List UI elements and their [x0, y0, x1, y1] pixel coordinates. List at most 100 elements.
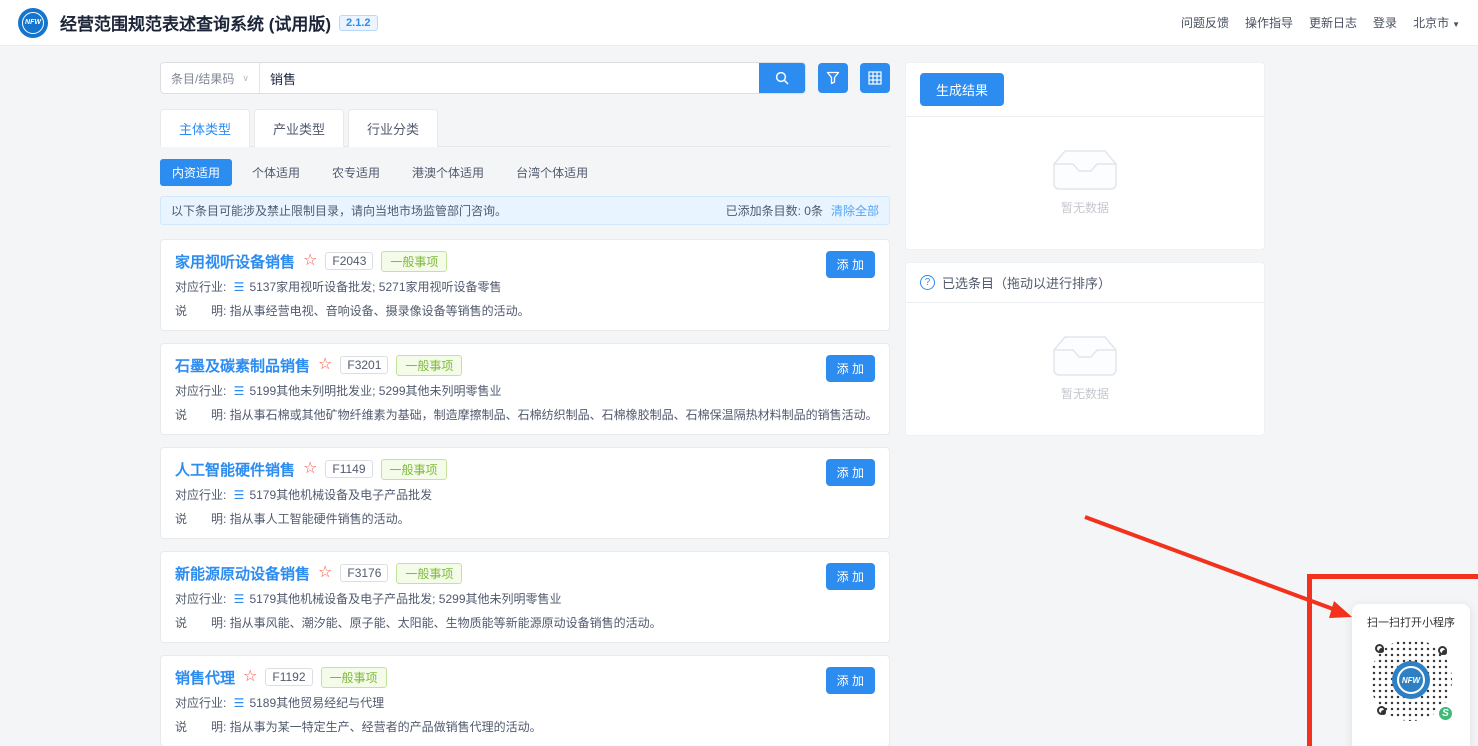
description-text: 指从事人工智能硬件销售的活动。 — [230, 510, 410, 529]
chevron-down-icon: ▼ — [1452, 20, 1460, 29]
search-input-group: 条目/结果码 ∨ — [160, 62, 806, 94]
industry-text: 5199其他未列明批发业; 5299其他未列明零售业 — [249, 382, 501, 401]
funnel-icon — [826, 71, 840, 85]
industry-list-icon[interactable]: ☰ — [234, 590, 245, 609]
nav-feedback-link[interactable]: 问题反馈 — [1181, 14, 1229, 31]
industry-text: 5137家用视听设备批发; 5271家用视听设备零售 — [249, 278, 501, 297]
notice-text: 以下条目可能涉及禁止限制目录，请向当地市场监管部门咨询。 — [171, 202, 507, 219]
add-button[interactable]: 添 加 — [826, 667, 875, 694]
general-item-tag: 一般事项 — [396, 563, 462, 584]
industry-list-icon[interactable]: ☰ — [234, 278, 245, 297]
miniprogram-qr-card: 扫一扫打开小程序 NFW S — [1352, 604, 1470, 746]
result-code-badge: F3176 — [340, 564, 388, 582]
qr-caption: 扫一扫打开小程序 — [1352, 614, 1470, 630]
search-button[interactable] — [759, 63, 805, 93]
industry-list-icon[interactable]: ☰ — [234, 694, 245, 713]
generate-result-card: 生成结果 暂无数据 — [905, 62, 1265, 250]
filter-hk-mo-individual[interactable]: 港澳个体适用 — [400, 159, 496, 186]
app-root: NFW 经营范围规范表述查询系统 (试用版) 2.1.2 问题反馈 操作指导 更… — [0, 0, 1478, 746]
empty-box-icon — [1053, 150, 1117, 191]
wechat-icon: S — [1437, 705, 1454, 722]
result-title-link[interactable]: 人工智能硬件销售 — [175, 459, 295, 480]
result-title-link[interactable]: 家用视听设备销售 — [175, 251, 295, 272]
result-item: 石墨及碳素制品销售 ☆ F3201 一般事项 添 加 对应行业: ☰ 5199其… — [160, 343, 890, 435]
added-count-label: 已添加条目数: 0条 — [726, 202, 823, 219]
filter-tw-individual[interactable]: 台湾个体适用 — [504, 159, 600, 186]
result-item: 人工智能硬件销售 ☆ F1149 一般事项 添 加 对应行业: ☰ 5179其他… — [160, 447, 890, 539]
result-title-link[interactable]: 新能源原动设备销售 — [175, 563, 310, 584]
tab-industry-classification[interactable]: 行业分类 — [348, 109, 438, 147]
applicability-filters: 内资适用 个体适用 农专适用 港澳个体适用 台湾个体适用 — [160, 159, 890, 186]
industry-text: 5179其他机械设备及电子产品批发; 5299其他未列明零售业 — [249, 590, 561, 609]
result-item: 新能源原动设备销售 ☆ F3176 一般事项 添 加 对应行业: ☰ 5179其… — [160, 551, 890, 643]
qr-code: NFW S — [1370, 639, 1452, 721]
add-button[interactable]: 添 加 — [826, 355, 875, 382]
description-label: 说 明: — [175, 718, 230, 737]
search-bar: 条目/结果码 ∨ — [160, 62, 890, 94]
empty-state-text: 暂无数据 — [1061, 199, 1109, 216]
add-button[interactable]: 添 加 — [826, 251, 875, 278]
nav-guide-link[interactable]: 操作指导 — [1245, 14, 1293, 31]
add-button[interactable]: 添 加 — [826, 459, 875, 486]
result-title-link[interactable]: 石墨及碳素制品销售 — [175, 355, 310, 376]
favorite-star-icon[interactable]: ☆ — [243, 669, 257, 685]
description-text: 指从事风能、潮汐能、原子能、太阳能、生物质能等新能源原动设备销售的活动。 — [230, 614, 662, 633]
description-label: 说 明: — [175, 302, 230, 321]
description-text: 指从事石棉或其他矿物纤维素为基础，制造摩擦制品、石棉纺织制品、石棉橡胶制品、石棉… — [230, 406, 875, 425]
qr-eye-icon — [1438, 646, 1447, 655]
filter-individual[interactable]: 个体适用 — [240, 159, 312, 186]
qr-center-logo: NFW — [1392, 661, 1430, 699]
selected-items-card: ? 已选条目（拖动以进行排序） 暂无数据 — [905, 262, 1265, 436]
result-code-badge: F1192 — [265, 668, 312, 686]
search-category-label: 条目/结果码 — [171, 70, 234, 87]
add-button[interactable]: 添 加 — [826, 563, 875, 590]
clear-all-link[interactable]: 清除全部 — [831, 202, 879, 219]
favorite-star-icon[interactable]: ☆ — [318, 357, 332, 373]
version-badge: 2.1.2 — [339, 15, 377, 31]
main-column: 条目/结果码 ∨ — [160, 62, 890, 746]
app-logo-text: NFW — [22, 12, 44, 34]
result-item: 销售代理 ☆ F1192 一般事项 添 加 对应行业: ☰ 5189其他贸易经纪… — [160, 655, 890, 746]
filter-domestic[interactable]: 内资适用 — [160, 159, 232, 186]
result-list: 家用视听设备销售 ☆ F2043 一般事项 添 加 对应行业: ☰ 5137家用… — [160, 239, 890, 746]
search-input[interactable] — [260, 63, 759, 93]
tab-industry-type[interactable]: 产业类型 — [254, 109, 344, 147]
description-label: 说 明: — [175, 614, 230, 633]
industry-label: 对应行业: — [175, 486, 230, 505]
empty-state-text: 暂无数据 — [1061, 385, 1109, 402]
industry-label: 对应行业: — [175, 278, 230, 297]
nav-changelog-link[interactable]: 更新日志 — [1309, 14, 1357, 31]
empty-box-icon — [1053, 336, 1117, 377]
industry-list-icon[interactable]: ☰ — [234, 382, 245, 401]
general-item-tag: 一般事项 — [381, 459, 447, 480]
generate-result-button[interactable]: 生成结果 — [920, 73, 1004, 106]
nav-login-link[interactable]: 登录 — [1373, 14, 1397, 31]
description-text: 指从事经营电视、音响设备、摄录像设备等销售的活动。 — [230, 302, 530, 321]
help-icon: ? — [920, 275, 935, 290]
industry-label: 对应行业: — [175, 694, 230, 713]
qr-eye-icon — [1375, 644, 1384, 653]
tab-subject-type[interactable]: 主体类型 — [160, 109, 250, 147]
general-item-tag: 一般事项 — [321, 667, 387, 688]
result-code-badge: F3201 — [340, 356, 388, 374]
description-text: 指从事为某一特定生产、经营者的产品做销售代理的活动。 — [230, 718, 542, 737]
description-label: 说 明: — [175, 406, 230, 425]
favorite-star-icon[interactable]: ☆ — [303, 461, 317, 477]
search-icon — [774, 70, 790, 86]
industry-text: 5189其他贸易经纪与代理 — [249, 694, 384, 713]
result-title-link[interactable]: 销售代理 — [175, 667, 235, 688]
table-view-button[interactable] — [860, 63, 890, 93]
app-logo-icon: NFW — [18, 8, 48, 38]
favorite-star-icon[interactable]: ☆ — [303, 253, 317, 269]
result-code-badge: F2043 — [325, 252, 373, 270]
region-label: 北京市 — [1413, 16, 1449, 30]
filter-farm-coop[interactable]: 农专适用 — [320, 159, 392, 186]
search-category-dropdown[interactable]: 条目/结果码 ∨ — [161, 63, 260, 93]
qr-eye-icon — [1377, 706, 1386, 715]
favorite-star-icon[interactable]: ☆ — [318, 565, 332, 581]
filter-button[interactable] — [818, 63, 848, 93]
result-item: 家用视听设备销售 ☆ F2043 一般事项 添 加 对应行业: ☰ 5137家用… — [160, 239, 890, 331]
industry-list-icon[interactable]: ☰ — [234, 486, 245, 505]
region-selector[interactable]: 北京市▼ — [1413, 14, 1460, 31]
grid-icon — [868, 71, 882, 85]
